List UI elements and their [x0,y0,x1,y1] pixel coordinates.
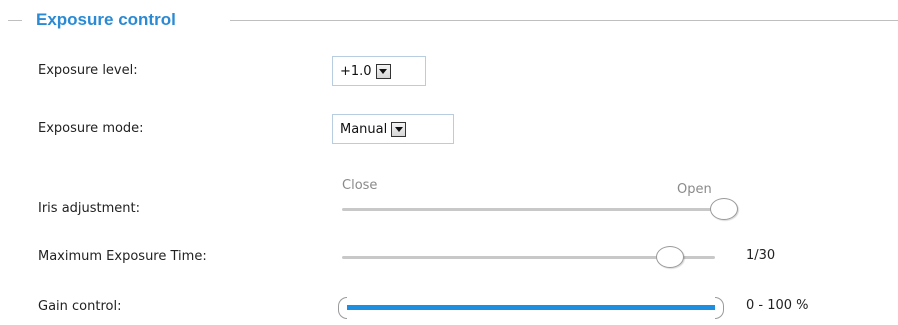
exposure-level-value: +1.0 [340,63,372,79]
gain-min-handle[interactable] [338,297,347,319]
chevron-down-icon[interactable] [375,63,391,79]
max-exposure-time-slider-handle[interactable] [656,246,685,268]
gain-control-label: Gain control: [38,299,122,314]
exposure-mode-value: Manual [340,121,388,137]
iris-adjustment-label: Iris adjustment: [38,201,141,216]
section-divider-right [230,20,898,21]
max-exposure-time-label: Maximum Exposure Time: [38,249,207,264]
iris-slider-handle[interactable] [710,198,738,220]
max-exposure-time-value: 1/30 [746,248,776,263]
exposure-mode-select[interactable]: Manual [332,114,454,144]
gain-max-handle[interactable] [715,297,724,319]
iris-open-label: Open [677,182,712,197]
exposure-level-label: Exposure level: [38,63,138,78]
exposure-mode-label: Exposure mode: [38,121,144,136]
gain-control-value: 0 - 100 % [746,298,809,313]
chevron-down-icon[interactable] [391,121,407,137]
exposure-level-select[interactable]: +1.0 [332,56,426,86]
section-title: Exposure control [36,10,176,29]
iris-close-label: Close [342,178,378,193]
iris-slider-track[interactable] [342,208,724,211]
gain-range-fill[interactable] [342,305,719,310]
section-divider-left [8,20,22,21]
